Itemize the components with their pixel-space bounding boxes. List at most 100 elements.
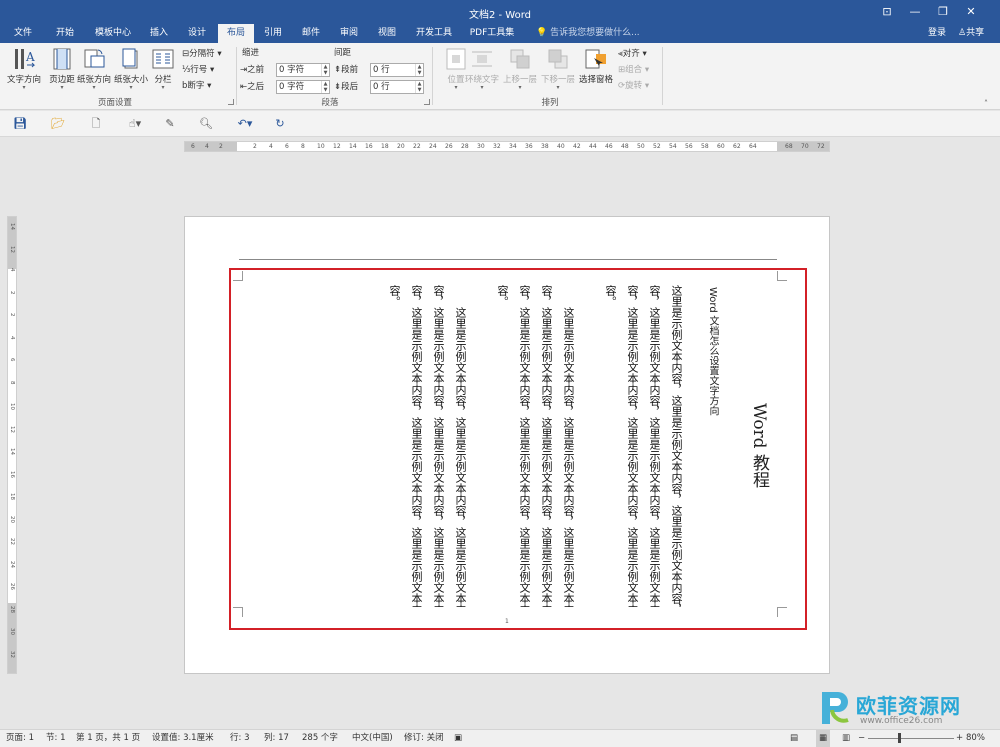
print-layout-icon[interactable]: ▦	[816, 730, 831, 747]
format-painter-icon[interactable]: ✎	[162, 116, 178, 132]
tab-review[interactable]: 审阅	[332, 24, 366, 43]
status-section[interactable]: 节: 1	[46, 730, 65, 747]
redo-icon[interactable]: ↻	[272, 116, 288, 132]
vertical-ruler[interactable]: 14 12 4 2 2 4 6 8 10 12 14 16 18 20 22 24 26 28 30 32	[7, 216, 17, 674]
spin-arrows-icon[interactable]: ▲ ▼	[415, 64, 423, 76]
crop-mark	[233, 271, 243, 281]
tab-template-center[interactable]: 模板中心	[88, 24, 138, 43]
indent-left-input[interactable]: 0 字符 ▲ ▼	[276, 63, 330, 77]
rotate-button[interactable]: ⟳旋转 ▾	[618, 79, 649, 93]
spin-arrows-icon[interactable]: ▲ ▼	[415, 81, 423, 93]
wrap-text-button[interactable]: 环绕文字 ▾	[462, 45, 502, 91]
ruler-margin-bottom	[8, 603, 16, 673]
tab-developer[interactable]: 开发工具	[410, 24, 458, 43]
zoom-slider-handle[interactable]	[898, 733, 901, 743]
web-layout-icon[interactable]: ▥	[842, 730, 850, 747]
status-setting[interactable]: 设置值: 3.1厘米	[152, 730, 214, 747]
status-track-changes[interactable]: 修订: 关闭	[404, 730, 444, 747]
tab-references[interactable]: 引用	[256, 24, 290, 43]
ruler-tick: 28	[461, 143, 469, 150]
ruler-tick: 34	[509, 143, 517, 150]
text-column: 容，这里是示例文本内容，这里是示例文本内容，这里是示例文本内容，这里是示例文本内	[410, 285, 423, 607]
space-after-label: ⇟段后	[334, 82, 359, 92]
bring-forward-button[interactable]: 上移一层 ▾	[500, 45, 540, 91]
horizontal-ruler[interactable]: 6 4 2 2 4 6 8 10 12 14 16 18 20 22 24 26 28 30 32 34 36 38 40 4…	[184, 141, 830, 152]
ruler-tick: 12	[9, 245, 15, 253]
tab-design[interactable]: 设计	[180, 24, 214, 43]
line-numbers-button[interactable]: ⅓行号 ▾	[182, 63, 214, 77]
text-column: 容，这里是示例文本内容，这里是示例文本内容，这里是示例文本内容，这里是示例文本内	[518, 285, 531, 607]
zoom-level[interactable]: 80%	[966, 730, 985, 747]
indent-right-input[interactable]: 0 字符 ▲ ▼	[276, 80, 330, 94]
zoom-out-icon[interactable]: −	[858, 730, 865, 747]
ruler-tick: 4	[9, 268, 15, 272]
spin-arrows-icon[interactable]: ▲ ▼	[321, 64, 329, 76]
tab-mailings[interactable]: 邮件	[294, 24, 328, 43]
text-column: 容。	[388, 285, 401, 307]
zoom-in-icon[interactable]: +	[956, 730, 963, 747]
minimize-button[interactable]: —	[904, 3, 926, 21]
text-column: 容。	[496, 285, 509, 307]
ribbon-display-icon[interactable]: ⊡	[876, 3, 898, 21]
print-preview-icon[interactable]: 🔍︎	[198, 116, 214, 132]
tab-home[interactable]: 开始	[48, 24, 82, 43]
document-page[interactable]: Word 教程 Word 文档怎么设置文字方向 这里是示例文本内容，这里是示例文…	[184, 216, 830, 674]
open-folder-icon[interactable]: 📂︎	[50, 116, 66, 132]
orientation-button[interactable]: 纸张方向 ▾	[74, 45, 114, 91]
zoom-slider[interactable]	[868, 738, 954, 739]
paragraph-launcher-icon[interactable]	[424, 99, 430, 105]
quick-access-toolbar: 💾︎ 📂︎ 🗋 ☝▾ ✎ 🔍︎ ↶▾ ↻	[0, 111, 1000, 137]
send-backward-button[interactable]: 下移一层 ▾	[538, 45, 578, 91]
ruler-tick: 6	[9, 358, 15, 362]
ruler-tick: 22	[9, 538, 15, 545]
close-button[interactable]: ✕	[960, 3, 982, 21]
ruler-tick: 44	[589, 143, 597, 150]
touch-mode-icon[interactable]: ☝▾	[124, 116, 146, 132]
lightbulb-icon: 💡	[536, 28, 551, 38]
ruler-tick: 2	[9, 313, 15, 317]
page-number: 1	[505, 618, 509, 625]
selection-pane-button[interactable]: 选择窗格	[576, 45, 616, 91]
space-after-input[interactable]: 0 行 ▲ ▼	[370, 80, 424, 94]
columns-button[interactable]: 分栏 ▾	[146, 45, 180, 91]
restore-button[interactable]: ❐	[932, 3, 954, 21]
ruler-tick: 30	[477, 143, 485, 150]
tab-view[interactable]: 视图	[370, 24, 404, 43]
ruler-tick: 68	[785, 143, 793, 150]
undo-icon[interactable]: ↶▾	[234, 116, 256, 132]
new-document-icon[interactable]: 🗋	[88, 116, 104, 132]
ruler-tick: 28	[9, 605, 15, 613]
size-button[interactable]: 纸张大小 ▾	[111, 45, 151, 91]
status-language[interactable]: 中文(中国)	[352, 730, 393, 747]
ruler-tick: 2	[9, 290, 15, 295]
status-words[interactable]: 285 个字	[302, 730, 338, 747]
share-button[interactable]: ♙共享	[958, 24, 984, 43]
align-button[interactable]: ⫷对齐 ▾	[618, 47, 647, 61]
space-before-input[interactable]: 0 行 ▲ ▼	[370, 63, 424, 77]
text-direction-button[interactable]: A 文字方向 ▾	[4, 45, 44, 91]
crop-mark	[777, 607, 787, 617]
group-button[interactable]: ⊞组合 ▾	[618, 63, 649, 77]
spin-arrows-icon[interactable]: ▲ ▼	[321, 81, 329, 93]
save-icon[interactable]: 💾︎	[12, 116, 28, 132]
tab-layout[interactable]: 布局	[218, 24, 254, 43]
breaks-button[interactable]: ⊟分隔符 ▾	[182, 47, 222, 61]
status-page[interactable]: 页面: 1	[6, 730, 34, 747]
ruler-tick: 64	[749, 143, 757, 150]
ruler-tick: 6	[191, 143, 195, 150]
spacing-label: 间距	[334, 48, 352, 58]
status-line[interactable]: 行: 3	[230, 730, 249, 747]
read-mode-icon[interactable]: ▤	[790, 730, 798, 747]
status-page-of[interactable]: 第 1 页，共 1 页	[76, 730, 140, 747]
ruler-tick: 58	[701, 143, 709, 150]
hyphenation-button[interactable]: b断字 ▾	[182, 79, 211, 93]
collapse-ribbon-icon[interactable]: ˄	[984, 99, 988, 108]
tab-file[interactable]: 文件	[6, 24, 40, 43]
tab-insert[interactable]: 插入	[142, 24, 176, 43]
page-setup-launcher-icon[interactable]	[228, 99, 234, 105]
tell-me-box[interactable]: 💡 告诉我您想要做什么...	[536, 24, 640, 43]
macro-record-icon[interactable]: ▣	[454, 730, 462, 747]
status-column[interactable]: 列: 17	[264, 730, 289, 747]
tab-pdf-tools[interactable]: PDF工具集	[462, 24, 522, 43]
login-link[interactable]: 登录	[928, 24, 946, 43]
